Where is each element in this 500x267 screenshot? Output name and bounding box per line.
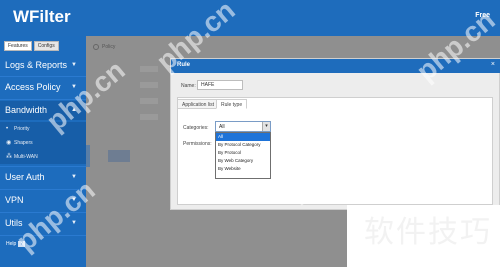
divider [0, 76, 86, 77]
rule-type-dropdown: All By Protocol Category By Protocol By … [215, 132, 271, 179]
divider [0, 212, 86, 213]
sidebar-footer-help[interactable]: Help? [6, 241, 26, 247]
sidebar-item-bandwidth[interactable]: Bandwidth ▲ [0, 101, 86, 120]
select-value: All [219, 124, 225, 130]
page-title: Policy [102, 44, 116, 50]
subitem-label: Shapers [14, 140, 33, 146]
divider [0, 166, 86, 167]
subitem-label: Priority [14, 126, 30, 132]
sidebar-collapse-handle[interactable] [86, 145, 90, 167]
background-cell [140, 114, 158, 120]
tab-rule-type[interactable]: Rule type [216, 99, 248, 109]
permissions-label: Permissions: [183, 141, 212, 147]
network-icon: ⁂ [6, 154, 12, 160]
categories-label: Categories: [183, 125, 209, 131]
option-by-protocol[interactable]: By Protocol [216, 149, 270, 157]
sidebar: Features Configs Logs & Reports ▼ Access… [0, 36, 86, 267]
sidebar-item-logs-reports[interactable]: Logs & Reports ▼ [0, 56, 86, 75]
option-by-protocol-category[interactable]: By Protocol Category [216, 141, 270, 149]
eye-icon: ◉ [6, 140, 12, 146]
background-cell [140, 66, 158, 72]
help-icon: ? [18, 241, 26, 247]
sidebar-item-label: Utils [5, 218, 23, 228]
chevron-down-icon: ▼ [71, 220, 77, 226]
chevron-down-icon[interactable]: ▾ [262, 122, 270, 131]
user-label[interactable]: Free [475, 12, 490, 19]
subitem-label: Multi-WAN [14, 154, 38, 160]
sidebar-item-label: Bandwidth [5, 105, 48, 115]
rule-type-select[interactable]: All ▾ [215, 121, 271, 132]
divider [0, 235, 86, 236]
dialog-title: Rule [177, 62, 191, 68]
priority-icon: • [6, 126, 9, 132]
background-button [108, 150, 130, 162]
sidebar-subitem-multi-wan[interactable]: ⁂ Multi-WAN [0, 150, 86, 164]
tab-configs[interactable]: Configs [33, 41, 59, 51]
divider [0, 99, 86, 100]
app-logo: WFilter [13, 7, 71, 26]
option-by-website[interactable]: By Website [216, 165, 270, 173]
sidebar-item-user-auth[interactable]: User Auth ▼ [0, 168, 86, 187]
sidebar-item-utils[interactable]: Utils ▼ [0, 214, 86, 233]
chevron-down-icon: ▼ [71, 84, 77, 90]
sidebar-subitem-shapers[interactable]: ◉ Shapers [0, 136, 86, 150]
chevron-down-icon: ▼ [71, 174, 77, 180]
sidebar-item-label: Access Policy [5, 82, 61, 92]
chevron-down-icon: ▼ [71, 62, 77, 68]
name-field[interactable] [197, 80, 243, 90]
sidebar-item-label: VPN [5, 195, 24, 205]
option-by-web-category[interactable]: By Web Category [216, 157, 270, 165]
tab-application-list[interactable]: Application list [177, 99, 219, 109]
dialog-header: Rule × [171, 59, 500, 73]
help-label: Help [6, 241, 17, 247]
rule-dialog: Rule × Name: Application list Rule type … [170, 58, 500, 210]
option-all[interactable]: All [216, 133, 270, 141]
policy-icon [93, 44, 99, 50]
chevron-down-icon: ▼ [71, 197, 77, 203]
divider [0, 189, 86, 190]
watermark-text: 软件技巧 [364, 215, 492, 250]
background-cell [140, 82, 158, 88]
chevron-up-icon: ▲ [71, 107, 77, 113]
close-icon[interactable]: × [491, 61, 495, 68]
tab-features[interactable]: Features [4, 41, 32, 51]
sidebar-item-label: Logs & Reports [5, 60, 68, 70]
top-bar: WFilter Free [0, 0, 500, 36]
sidebar-subitem-priority[interactable]: • Priority [0, 122, 86, 136]
sidebar-tabs: Features Configs [4, 41, 59, 53]
sidebar-item-label: User Auth [5, 172, 45, 182]
sidebar-item-access-policy[interactable]: Access Policy ▼ [0, 78, 86, 97]
sidebar-item-vpn[interactable]: VPN ▼ [0, 191, 86, 210]
name-label: Name: [181, 83, 196, 89]
background-cell [140, 98, 158, 104]
